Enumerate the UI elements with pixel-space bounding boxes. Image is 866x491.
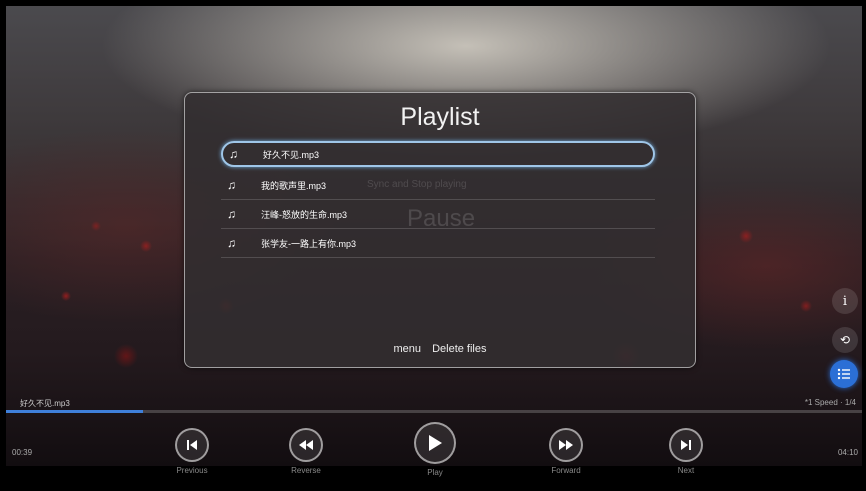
fast-forward-icon[interactable]	[549, 428, 583, 462]
progress-fill	[6, 410, 143, 413]
list-icon	[837, 368, 850, 380]
playlist-item-1[interactable]: ♫ 好久不见.mp3	[221, 141, 655, 167]
music-note-icon: ♫	[227, 236, 236, 250]
reverse-label: Reverse	[291, 466, 321, 475]
now-playing-title: 好久不见.mp3	[20, 399, 70, 408]
reverse-control[interactable]: Reverse	[289, 428, 323, 475]
delete-files-action[interactable]: Delete files	[432, 343, 486, 355]
music-note-icon: ♫	[227, 178, 236, 192]
track-name: 汪峰-怒放的生命.mp3	[261, 209, 348, 220]
playlist-icon[interactable]	[830, 360, 858, 388]
repeat-icon[interactable]: ⟲	[832, 327, 858, 353]
next-label: Next	[677, 466, 695, 475]
progress-bar[interactable]	[6, 410, 862, 413]
playlist-item-2[interactable]: ♫ 我的歌声里.mp3	[221, 171, 655, 200]
track-name: 张学友-一路上有你.mp3	[261, 238, 357, 249]
next-control[interactable]: Next	[669, 428, 703, 475]
play-control[interactable]: Play	[414, 422, 456, 477]
playlist-item-4[interactable]: ♫ 张学友-一路上有你.mp3	[221, 229, 655, 258]
play-label: Play	[427, 468, 443, 477]
track-name: 好久不见.mp3	[263, 149, 320, 160]
previous-control[interactable]: Previous	[175, 428, 209, 475]
forward-control[interactable]: Forward	[549, 428, 583, 475]
forward-label: Forward	[551, 466, 581, 475]
elapsed-time: 00:39	[12, 448, 33, 457]
previous-icon[interactable]	[175, 428, 209, 462]
menu-key-label: menu	[393, 343, 422, 355]
speed-and-index: *1 Speed · 1/4	[804, 398, 856, 407]
track-name: 我的歌声里.mp3	[261, 180, 327, 191]
dialog-menu-hint: menu Delete files	[185, 343, 695, 355]
playlist-title: Playlist	[400, 103, 480, 131]
music-note-icon: ♫	[229, 147, 238, 161]
info-icon[interactable]: i	[832, 288, 858, 314]
playlist-item-3[interactable]: ♫ 汪峰-怒放的生命.mp3	[221, 200, 655, 229]
previous-label: Previous	[176, 466, 208, 475]
playlist-dialog: Sync and Stop playing Pause Playlist ♫ 好…	[184, 92, 696, 368]
playlist-list: ♫ 好久不见.mp3 ♫ 我的歌声里.mp3 ♫ 汪峰-怒放的生命.mp3 ♫ …	[221, 141, 655, 258]
play-icon[interactable]	[414, 422, 456, 464]
total-time: 04:10	[837, 448, 858, 457]
rewind-icon[interactable]	[289, 428, 323, 462]
next-icon[interactable]	[669, 428, 703, 462]
music-note-icon: ♫	[227, 207, 236, 221]
